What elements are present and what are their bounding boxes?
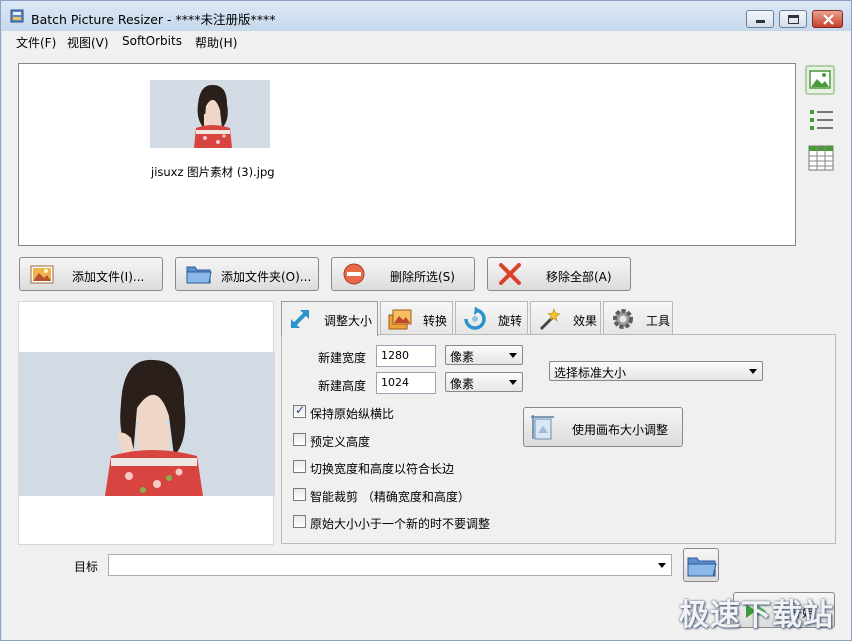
delete-icon [343,263,365,285]
canvas-resize-label: 使用画布大小调整 [572,423,669,437]
checkbox-box[interactable] [293,515,306,528]
list-view-icon[interactable] [807,105,837,135]
browse-folder-button[interactable] [683,548,719,582]
preview-image [19,352,275,496]
menu-help[interactable]: 帮助(H) [195,34,237,51]
folder-icon [687,557,717,577]
add-files-button[interactable]: 添加文件(I)... [19,257,163,291]
checkbox-box[interactable] [293,433,306,446]
add-folder-label: 添加文件夹(O)... [221,270,312,284]
checkbox-label: 切换宽度和高度以符合长边 [310,462,455,476]
app-window: Batch Picture Resizer - ****未注册版**** 文件(… [0,0,852,641]
watermark: 极速下载站 [679,598,834,633]
chevron-down-icon [749,369,757,374]
width-unit-value: 像素 [450,350,475,364]
folder-icon [186,266,212,284]
standard-size-value: 选择标准大小 [554,366,627,380]
target-label: 目标 [74,560,99,574]
title-bar[interactable]: Batch Picture Resizer - ****未注册版**** [1,1,851,31]
height-input[interactable]: 1024 [376,372,436,394]
checkbox-box[interactable] [293,488,306,501]
file-list[interactable]: jisuxz 图片素材 (3).jpg [18,63,796,246]
menu-softorbits[interactable]: SoftOrbits [122,34,182,48]
width-input[interactable]: 1280 [376,345,436,367]
chevron-down-icon[interactable] [658,563,666,568]
remove-all-button[interactable]: 移除全部(A) [487,257,631,291]
file-thumbnail[interactable] [150,80,270,148]
target-path-combo[interactable] [108,554,672,576]
gear-icon [613,309,633,329]
menu-file[interactable]: 文件(F) [16,34,56,51]
delete-selected-label: 删除所选(S) [390,270,455,284]
maximize-button[interactable] [779,10,807,28]
tab-effects-label: 效果 [573,314,598,328]
tab-rotate-label: 旋转 [498,314,523,328]
checkbox-label: 预定义高度 [310,435,371,449]
add-image-icon [30,265,54,284]
file-name: jisuxz 图片素材 (3).jpg [151,165,275,179]
rotate-icon [464,307,486,330]
standard-size-select[interactable]: 选择标准大小 [549,361,763,381]
height-label: 新建高度 [318,379,367,393]
menu-bar: 文件(F) 视图(V) SoftOrbits 帮助(H) [2,31,851,51]
image-preview [18,301,275,545]
chevron-down-icon [509,380,517,385]
checkbox-box[interactable] [293,403,306,418]
maximize-icon [788,15,799,24]
window-title: Batch Picture Resizer - ****未注册版**** [31,12,276,27]
tab-effects[interactable]: 效果 [530,301,601,335]
tab-convert[interactable]: 转换 [380,301,453,335]
tab-rotate[interactable]: 旋转 [455,301,528,335]
convert-image-icon [388,309,412,330]
app-icon [10,9,24,23]
tab-resize-label: 调整大小 [324,314,373,328]
minimize-icon [756,20,765,23]
add-folder-button[interactable]: 添加文件夹(O)... [175,257,319,291]
grid-view-icon[interactable] [806,143,836,173]
tab-tools[interactable]: 工具 [603,301,673,335]
checkbox-box[interactable] [293,460,306,473]
checkbox-label: 保持原始纵横比 [310,407,395,421]
add-files-label: 添加文件(I)... [72,270,145,284]
tab-convert-label: 转换 [423,314,448,328]
resize-arrow-icon [290,309,310,329]
canvas-icon [531,415,554,440]
tab-resize[interactable]: 调整大小 [281,301,378,336]
remove-x-icon [499,263,521,285]
minimize-button[interactable] [746,10,774,28]
close-button[interactable] [812,10,843,28]
magic-wand-icon [539,308,561,331]
thumbnail-view-icon[interactable] [805,65,835,95]
close-icon [823,14,834,25]
delete-selected-button[interactable]: 删除所选(S) [331,257,475,291]
remove-all-label: 移除全部(A) [546,270,612,284]
chevron-down-icon [509,353,517,358]
checkbox-label: 原始大小小于一个新的时不要调整 [310,517,491,531]
canvas-resize-button[interactable]: 使用画布大小调整 [523,407,683,447]
width-unit-select[interactable]: 像素 [445,345,523,365]
height-unit-value: 像素 [450,377,475,391]
tab-tools-label: 工具 [646,314,671,328]
client-area: jisuxz 图片素材 (3).jpg 添加文件(I)... 添加文件夹(O).… [2,51,851,640]
width-label: 新建宽度 [318,351,367,365]
menu-view[interactable]: 视图(V) [67,34,109,51]
checkbox-label: 智能裁剪 （精确宽度和高度） [310,490,470,504]
height-unit-select[interactable]: 像素 [445,372,523,392]
